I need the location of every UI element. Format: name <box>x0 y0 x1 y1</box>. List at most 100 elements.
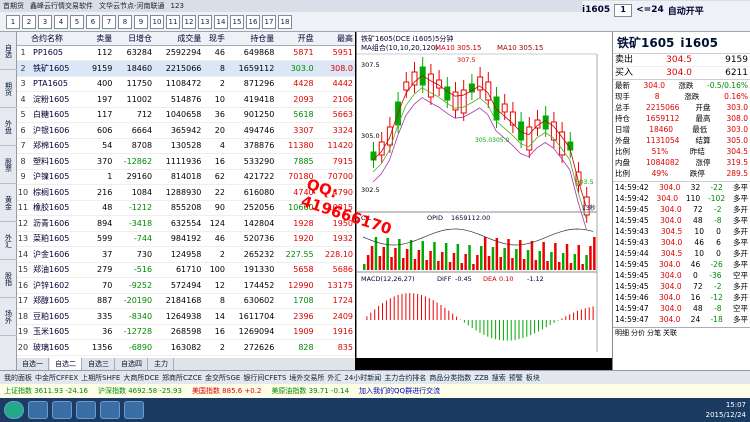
col-high[interactable]: 最高 <box>315 32 355 46</box>
exchange-tab[interactable]: 商品分类指数 <box>429 373 471 383</box>
nav-tab-otc[interactable]: 场外 <box>0 298 17 336</box>
tab-detail[interactable]: 明细 <box>615 328 629 338</box>
table-row[interactable]: 6 沪银1606 606 6664 365942 20 494746 3307 3324 <box>17 122 355 139</box>
start-icon[interactable] <box>4 401 24 419</box>
nav-tab-futures[interactable]: 期货 <box>0 70 17 108</box>
toolbar-button[interactable]: 12 <box>182 14 196 29</box>
col-current[interactable]: 现手 <box>203 32 227 46</box>
exchange-tab[interactable]: 中金所CFFEX <box>35 373 78 383</box>
table-row[interactable]: 18 豆粕1605 335 -8340 1264938 14 1611704 2396 2409 <box>17 308 355 325</box>
tab-ticks[interactable]: 分笔 <box>647 328 661 338</box>
nav-tab-foreign[interactable]: 外盘 <box>0 108 17 146</box>
exchange-tab[interactable]: 板块 <box>526 373 540 383</box>
exchange-tab[interactable]: 24小时新闻 <box>344 373 381 383</box>
exchange-tab[interactable]: 上期所SHFE <box>81 373 120 383</box>
table-row[interactable]: 3 PTA1605 400 11750 1108472 2 871296 4428 4442 <box>17 76 355 92</box>
exchange-tab[interactable]: 大商所DCE <box>123 373 159 383</box>
taskbar-app-icon[interactable] <box>28 401 48 419</box>
table-row[interactable]: 7 郑棉1605 54 8708 130528 4 378876 11380 11420 <box>17 138 355 154</box>
toolbar-button[interactable]: 15 <box>230 14 244 29</box>
ask-row[interactable]: 卖出 304.5 9159 <box>613 54 750 67</box>
col-sell[interactable]: 卖量 <box>85 32 115 46</box>
table-row[interactable]: 1 PP1605 112 63284 2592294 46 649868 5871 5951 <box>17 45 355 61</box>
sheet-tab[interactable]: 自选四 <box>116 358 148 370</box>
taskbar-app-icon[interactable] <box>52 401 72 419</box>
toolbar-button[interactable]: 17 <box>262 14 276 29</box>
period-arrow-button[interactable]: <=24 <box>636 5 664 15</box>
nav-tab-index[interactable]: 股指 <box>0 260 17 298</box>
table-row[interactable]: 4 淀粉1605 197 11002 514876 10 419418 2093 2106 <box>17 91 355 108</box>
toolbar-button[interactable]: 4 <box>54 14 68 29</box>
exchange-tab[interactable]: 我的面板 <box>4 373 32 383</box>
cell-chg: 18460 <box>114 60 155 77</box>
exchange-tab[interactable]: 外汇 <box>327 373 341 383</box>
cell-open: 2396 <box>276 308 316 325</box>
exchange-tab[interactable]: 主力合约排名 <box>384 373 426 383</box>
nav-tab-watchlist[interactable]: 自选 <box>0 32 17 70</box>
nav-tab-forex[interactable]: 外汇 <box>0 222 17 260</box>
table-row[interactable]: 15 郑油1605 279 -516 61710 100 191330 5658 5686 <box>17 262 355 278</box>
exchange-tab[interactable]: 搜索 <box>492 373 506 383</box>
toolbar-button[interactable]: 6 <box>86 14 100 29</box>
auto-open-close-button[interactable]: 自动开平 <box>668 4 704 17</box>
table-row[interactable]: 16 沪锌1602 70 -9252 572494 12 174452 12990 13175 <box>17 277 355 294</box>
quantity-input[interactable]: 1 <box>614 3 633 17</box>
sheet-tab[interactable]: 自选三 <box>83 358 115 370</box>
symbol-code[interactable]: i1605 <box>582 5 610 15</box>
table-row[interactable]: 14 沪金1606 37 730 124958 2 265232 227.55 228.10 <box>17 246 355 263</box>
nav-tab-stocks[interactable]: 股票 <box>0 146 17 184</box>
table-row[interactable]: 12 沥青1606 894 -3418 632554 124 142804 1928 1950 <box>17 215 355 232</box>
exchange-tab[interactable]: 金交所SGE <box>205 373 240 383</box>
tab-related[interactable]: 关联 <box>663 328 677 338</box>
toolbar-button[interactable]: 1 <box>6 14 20 29</box>
system-clock[interactable]: 15:07 2015/12/24 <box>706 400 746 420</box>
table-row[interactable]: 2 铁矿1605 9159 18460 2215066 8 1659112 303.0 308.… <box>17 60 355 77</box>
cell-idx: 15 <box>17 262 31 278</box>
toolbar-button[interactable]: 3 <box>38 14 52 29</box>
table-row[interactable]: 17 郑醇1605 887 -20190 2184168 8 630602 1708 1724 <box>17 293 355 309</box>
col-open[interactable]: 开盘 <box>276 32 316 46</box>
kline-chart-panel[interactable]: 铁矿1605(DCE i1605)5分钟 MA组合(10,10,20,120) … <box>356 32 613 358</box>
ticker-advert[interactable]: 加入我们的QQ群进行交流 <box>359 386 440 396</box>
toolbar-button[interactable]: 7 <box>102 14 116 29</box>
tab-price-dist[interactable]: 分价 <box>631 328 645 338</box>
table-row[interactable]: 5 白糖1605 117 712 1040658 36 901250 5618 5663 <box>17 107 355 123</box>
toolbar-button[interactable]: 2 <box>22 14 36 29</box>
toolbar-button[interactable]: 16 <box>246 14 260 29</box>
col-volume[interactable]: 成交量 <box>154 32 204 46</box>
toolbar-button[interactable]: 14 <box>214 14 228 29</box>
cell-idx: 8 <box>17 153 31 170</box>
toolbar-button[interactable]: 9 <box>134 14 148 29</box>
toolbar-button[interactable]: 18 <box>278 14 292 29</box>
exchange-tab[interactable]: 银行间CFETS <box>243 373 286 383</box>
table-row[interactable]: 8 塑料1605 370 -12862 1111936 16 533290 7885 7915 <box>17 153 355 170</box>
exchange-tab[interactable]: 预警 <box>509 373 523 383</box>
toolbar-button[interactable]: 5 <box>70 14 84 29</box>
table-row[interactable]: 19 玉米1605 36 -12728 268598 16 1269094 1909 1916 <box>17 324 355 340</box>
exchange-tab[interactable]: 郑商所CZCE <box>162 373 202 383</box>
col-oi[interactable]: 持仓量 <box>226 32 277 46</box>
table-row[interactable]: 20 玻璃1605 1356 -6890 163082 2 272626 828 835 <box>17 339 355 356</box>
volume-bar <box>421 241 424 270</box>
tick-cell: 72 <box>693 282 703 291</box>
table-row[interactable]: 9 沪镍1605 1 29160 814018 62 421722 70180 70700 <box>17 169 355 185</box>
sheet-tab[interactable]: 主力 <box>149 358 174 370</box>
kline-chart-svg[interactable]: 铁矿1605(DCE i1605)5分钟 MA组合(10,10,20,120) … <box>357 32 613 358</box>
table-row[interactable]: 13 菜粕1605 599 -744 984192 46 520736 1920 1932 <box>17 231 355 247</box>
taskbar-app-icon[interactable] <box>76 401 96 419</box>
nav-tab-gold[interactable]: 黄金 <box>0 184 17 222</box>
exchange-tab[interactable]: ZZB <box>474 374 488 382</box>
sheet-tab[interactable]: 自选一 <box>17 358 49 370</box>
sheet-tab[interactable]: 自选二 <box>50 358 82 370</box>
tick-cell: 空平 <box>732 304 748 313</box>
col-change[interactable]: 日增仓 <box>114 32 155 46</box>
taskbar-app-icon[interactable] <box>100 401 120 419</box>
bid-row[interactable]: 买入 304.0 6211 <box>613 67 750 80</box>
taskbar-app-icon[interactable] <box>124 401 144 419</box>
toolbar-button[interactable]: 10 <box>150 14 164 29</box>
col-contract[interactable]: 合约名称 <box>31 32 85 46</box>
toolbar-button[interactable]: 11 <box>166 14 180 29</box>
toolbar-button[interactable]: 13 <box>198 14 212 29</box>
exchange-tab[interactable]: 境外交易所 <box>289 373 324 383</box>
toolbar-button[interactable]: 8 <box>118 14 132 29</box>
